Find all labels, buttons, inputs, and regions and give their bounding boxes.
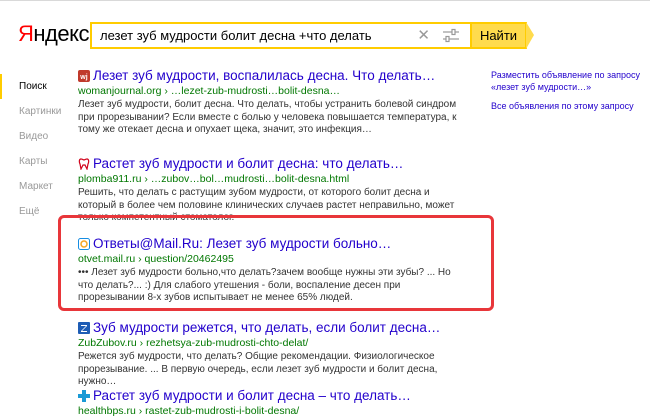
search-result: Зуб мудрости режется, что делать, если б… [78, 319, 458, 389]
search-sidebar: Поиск Картинки Видео Карты Маркет Ещё [0, 74, 72, 224]
search-bar: ✕ Найти [90, 22, 534, 49]
result-snippet: Режется зуб мудрости, что делать? Общие … [78, 351, 438, 387]
place-ad-link[interactable]: Разместить объявление по запросу «лезет … [491, 70, 641, 93]
settings-icon[interactable] [442, 28, 460, 44]
result-url[interactable]: womanjournal.org › …lezet-zub-mudrosti…b… [78, 85, 458, 98]
result-link[interactable]: Растет зуб мудрости и болит десна: что д… [93, 155, 403, 173]
sidebar-item-images[interactable]: Картинки [0, 99, 72, 124]
result-url[interactable]: healthbps.ru › rastet-zub-mudrosti-i-bol… [78, 405, 458, 418]
result-title: Растет зуб мудрости и болит десна: что д… [78, 155, 458, 173]
sidebar-item-video[interactable]: Видео [0, 124, 72, 149]
sidebar-item-market[interactable]: Маркет [0, 174, 72, 199]
medical-cross-favicon-icon [78, 390, 90, 402]
result-link[interactable]: Зуб мудрости режется, что делать, если б… [93, 319, 440, 337]
womanjournal-favicon-icon: wj [78, 70, 90, 82]
highlight-box [58, 215, 494, 311]
sidebar-item-maps[interactable]: Карты [0, 149, 72, 174]
ads-column: Разместить объявление по запросу «лезет … [491, 70, 641, 121]
result-title: Растет зуб мудрости и болит десна – что … [78, 387, 458, 405]
svg-text:wj: wj [79, 74, 87, 81]
result-title: Зуб мудрости режется, что делать, если б… [78, 319, 458, 337]
sidebar-item-search[interactable]: Поиск [0, 74, 72, 99]
search-result: Растет зуб мудрости и болит десна – что … [78, 387, 458, 418]
search-result: wj Лезет зуб мудрости, воспалилась десна… [78, 67, 458, 137]
result-title: wj Лезет зуб мудрости, воспалилась десна… [78, 67, 458, 85]
result-url[interactable]: ZubZubov.ru › rezhetsya-zub-mudrosti-cht… [78, 337, 458, 350]
top-divider [0, 0, 650, 1]
search-box: ✕ [90, 22, 470, 49]
result-snippet: Лезет зуб мудрости, болит десна. Что дел… [78, 99, 457, 135]
zubzubov-favicon-icon [78, 322, 90, 334]
all-ads-link[interactable]: Все объявления по этому запросу [491, 101, 641, 113]
search-input[interactable] [92, 24, 412, 47]
find-button[interactable]: Найти [470, 22, 534, 49]
result-link[interactable]: Растет зуб мудрости и болит десна – что … [93, 387, 411, 405]
result-url[interactable]: plomba911.ru › …zubov…bol…mudrosti…bolit… [78, 173, 458, 186]
tooth-favicon-icon [78, 158, 90, 170]
yandex-logo[interactable]: Яндекс [18, 21, 89, 47]
result-link[interactable]: Лезет зуб мудрости, воспалилась десна. Ч… [93, 67, 435, 85]
clear-icon[interactable]: ✕ [417, 27, 430, 44]
